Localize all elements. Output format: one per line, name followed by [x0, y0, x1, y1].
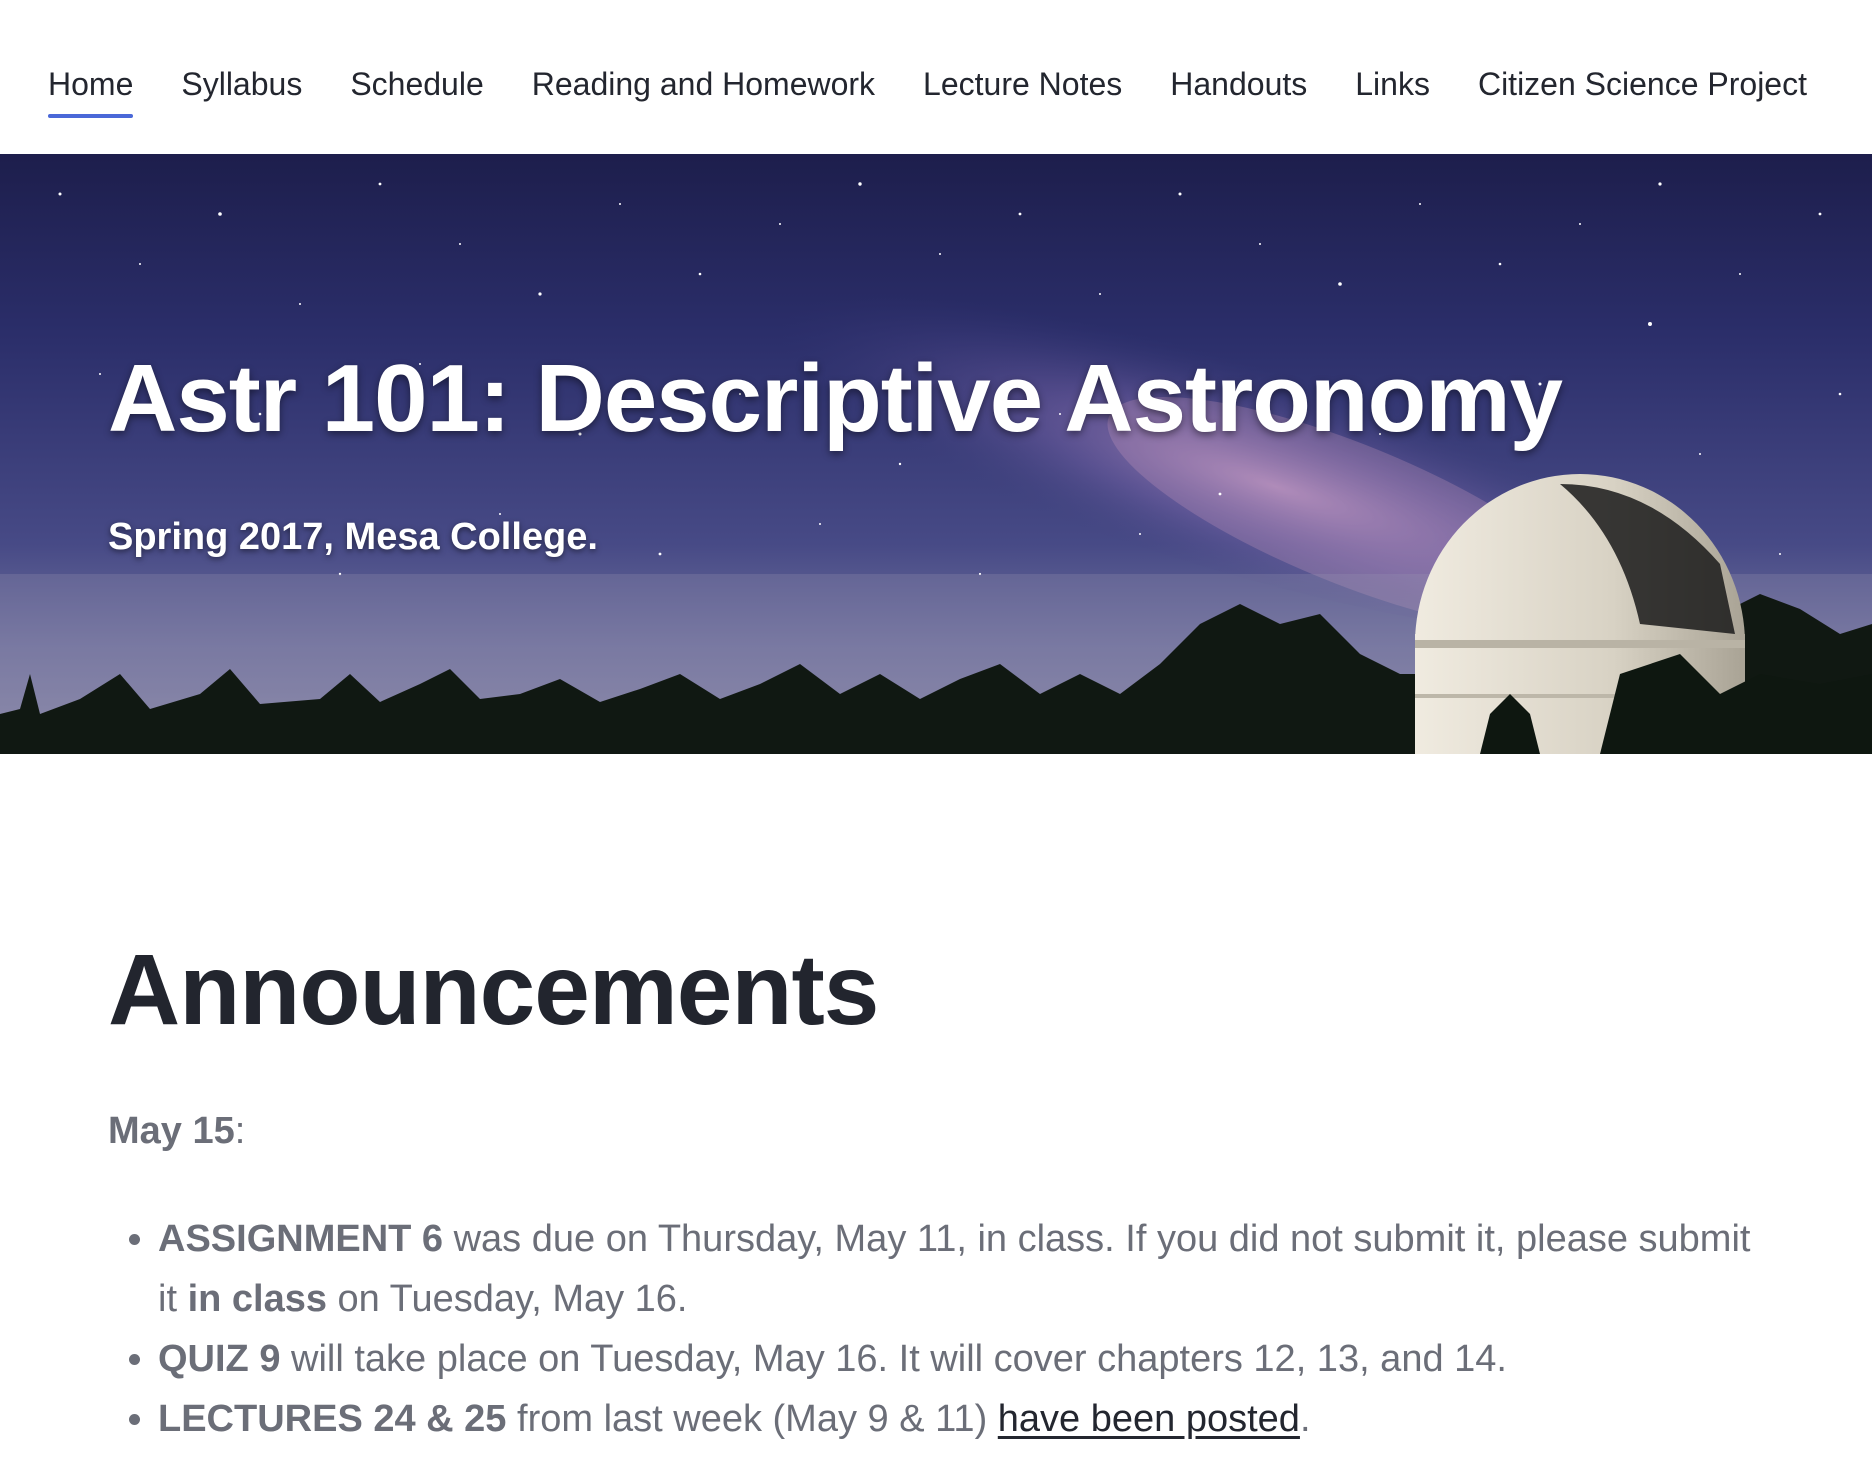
date-label: May 15	[108, 1110, 235, 1152]
list-item: QUIZ 9 will take place on Tuesday, May 1…	[158, 1329, 1768, 1389]
page-subtitle: Spring 2017, Mesa College.	[108, 516, 598, 558]
item-title: LECTURES 24 & 25	[158, 1398, 507, 1440]
item-text: on Tuesday, May 16.	[326, 1278, 688, 1320]
item-text: .	[1299, 1398, 1311, 1440]
hero-banner: Astr 101: Descriptive Astronomy Spring 2…	[0, 154, 1872, 754]
item-text: will take place on Tuesday, May 16. It w…	[280, 1338, 1507, 1380]
item-text: from last week (May 9 & 11)	[506, 1398, 998, 1440]
hero-background-image	[0, 182, 1872, 754]
item-emphasis: in class	[187, 1278, 327, 1320]
nav-item-citizen-science-project[interactable]: Citizen Science Project	[1478, 60, 1807, 108]
announcements-heading: Announcements	[108, 934, 879, 1046]
top-navigation: Home Syllabus Schedule Reading and Homew…	[0, 0, 1872, 154]
announcement-list: ASSIGNMENT 6 was due on Thursday, May 11…	[108, 1209, 1768, 1449]
list-item: ASSIGNMENT 6 was due on Thursday, May 11…	[158, 1209, 1768, 1329]
nav-item-home[interactable]: Home	[48, 60, 134, 118]
nav-item-syllabus[interactable]: Syllabus	[181, 60, 302, 108]
page-title: Astr 101: Descriptive Astronomy	[108, 345, 1563, 452]
nav-item-lecture-notes[interactable]: Lecture Notes	[923, 60, 1122, 108]
list-item: LECTURES 24 & 25 from last week (May 9 &…	[158, 1389, 1768, 1449]
nav-item-links[interactable]: Links	[1355, 60, 1430, 108]
item-title: ASSIGNMENT 6	[158, 1218, 444, 1260]
nav-list: Home Syllabus Schedule Reading and Homew…	[48, 60, 1807, 118]
announcement-date: May 15:	[108, 1110, 1768, 1153]
main-content: Announcements May 15: ASSIGNMENT 6 was d…	[108, 940, 1768, 1449]
date-suffix: :	[234, 1110, 246, 1152]
nav-item-reading-and-homework[interactable]: Reading and Homework	[532, 60, 875, 108]
item-title: QUIZ 9	[158, 1338, 281, 1380]
nav-item-handouts[interactable]: Handouts	[1170, 60, 1307, 108]
lectures-posted-link[interactable]: have been posted	[998, 1398, 1300, 1440]
nav-item-schedule[interactable]: Schedule	[350, 60, 483, 108]
